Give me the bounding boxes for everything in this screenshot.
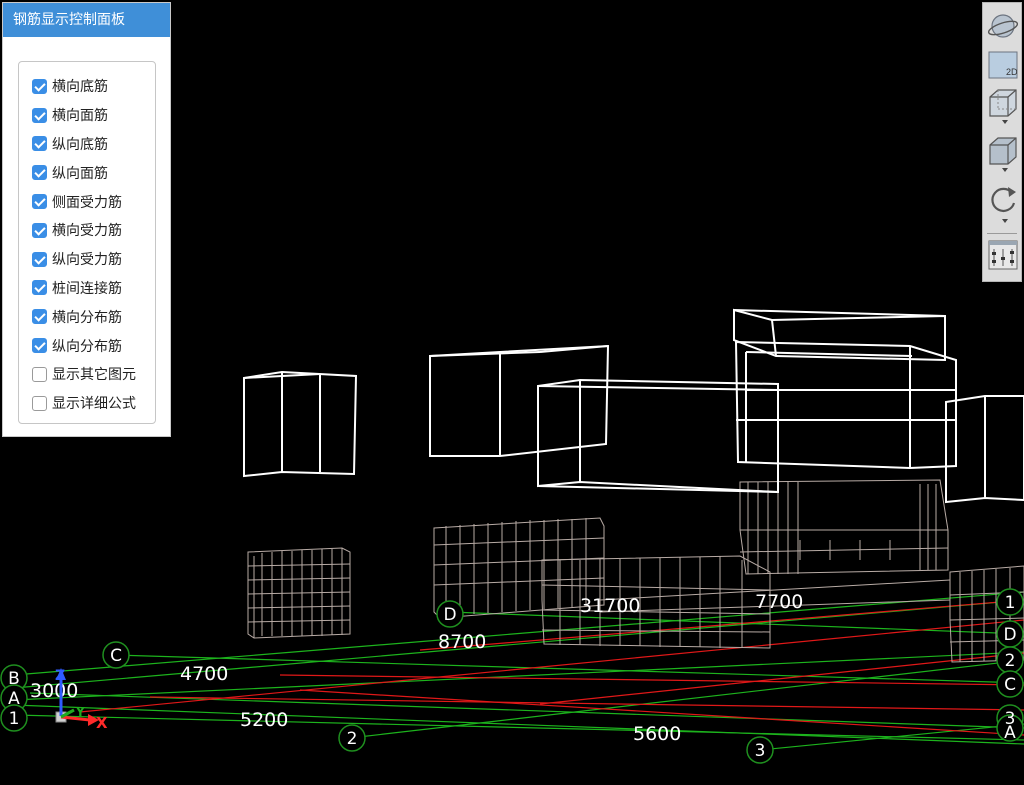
checkbox[interactable] — [32, 107, 47, 123]
option-label: 纵向受力筋 — [52, 252, 122, 269]
checkbox[interactable] — [32, 194, 47, 210]
view-toolbar: 2D — [982, 2, 1022, 282]
option-longitudinal-main-rebar[interactable]: 纵向受力筋 — [19, 245, 155, 274]
wireframe-box-3 — [537, 378, 779, 494]
option-transverse-distribution-rebar[interactable]: 横向分布筋 — [19, 302, 155, 331]
checkbox[interactable] — [32, 395, 47, 411]
view-cube-transparent-button[interactable] — [986, 87, 1020, 124]
option-label: 横向面筋 — [52, 108, 108, 125]
option-show-other-elements[interactable]: 显示其它图元 — [19, 360, 155, 389]
axis-z-label: Z — [55, 668, 65, 684]
option-label: 桩间连接筋 — [52, 280, 122, 297]
wireframe-box-2 — [429, 344, 610, 457]
rebar-cage-small — [247, 547, 351, 639]
grid-label-right-1: 1 — [1005, 593, 1016, 613]
chevron-down-icon[interactable] — [1002, 120, 1008, 124]
view-2d-button[interactable]: 2D — [986, 49, 1020, 81]
dimension-4700: 4700 — [180, 663, 228, 685]
orbit-button[interactable] — [986, 9, 1020, 43]
checkbox[interactable] — [32, 222, 47, 238]
option-longitudinal-bottom-rebar[interactable]: 纵向底筋 — [19, 130, 155, 159]
settings-panel-icon — [988, 240, 1018, 270]
orbit-icon — [987, 14, 1019, 38]
grid-label-b: B — [8, 669, 20, 689]
grid-label-right-2: 2 — [1005, 651, 1016, 671]
dimension-7700: 7700 — [755, 591, 803, 613]
option-transverse-main-rebar[interactable]: 横向受力筋 — [19, 216, 155, 245]
checkbox[interactable] — [32, 165, 47, 181]
checkbox[interactable] — [32, 366, 47, 382]
checkbox[interactable] — [32, 280, 47, 296]
rebar-display-control-panel: 钢筋显示控制面板 横向底筋 横向面筋 纵向底筋 纵向面筋 侧面受力筋 横向受力筋… — [2, 2, 171, 437]
settings-panel-button[interactable] — [986, 239, 1020, 273]
option-label: 显示其它图元 — [52, 367, 136, 384]
wireframe-boxes — [243, 308, 1024, 504]
rotate-icon — [991, 187, 1016, 212]
option-side-main-rebar[interactable]: 侧面受力筋 — [19, 187, 155, 216]
grid-label-right-d: D — [1003, 625, 1016, 645]
option-longitudinal-distribution-rebar[interactable]: 纵向分布筋 — [19, 331, 155, 360]
rebar-cages — [247, 479, 1024, 663]
cube-solid-icon — [989, 137, 1017, 165]
checkbox[interactable] — [32, 338, 47, 354]
checkbox[interactable] — [32, 309, 47, 325]
checkbox[interactable] — [32, 251, 47, 267]
wireframe-box-6 — [945, 395, 1024, 504]
grid-label-c: C — [110, 646, 122, 666]
dimension-8700: 8700 — [438, 631, 486, 653]
checkbox[interactable] — [32, 78, 47, 94]
checkbox[interactable] — [32, 136, 47, 152]
option-transverse-top-rebar[interactable]: 横向面筋 — [19, 101, 155, 130]
view-2d-label: 2D — [1006, 67, 1018, 77]
wireframe-box-5 — [734, 340, 957, 470]
dimension-5600: 5600 — [633, 723, 681, 745]
rebar-options-group: 横向底筋 横向面筋 纵向底筋 纵向面筋 侧面受力筋 横向受力筋 纵向受力筋 桩间… — [18, 61, 156, 424]
rebar-cage-mid — [433, 517, 605, 619]
option-label: 纵向分布筋 — [52, 338, 122, 355]
option-show-detailed-formula[interactable]: 显示详细公式 — [19, 389, 155, 418]
grid-label-right-a: A — [1004, 723, 1016, 743]
option-label: 横向分布筋 — [52, 309, 122, 326]
option-label: 侧面受力筋 — [52, 194, 122, 211]
dimension-31700: 31700 — [580, 595, 640, 617]
option-transverse-bottom-rebar[interactable]: 横向底筋 — [19, 72, 155, 101]
rotate-view-button[interactable] — [986, 183, 1020, 223]
option-label: 横向受力筋 — [52, 223, 122, 240]
option-pile-connection-rebar[interactable]: 桩间连接筋 — [19, 274, 155, 303]
option-label: 横向底筋 — [52, 79, 108, 96]
option-label: 纵向面筋 — [52, 165, 108, 182]
toolbar-divider — [987, 233, 1017, 234]
grid-label-2: 2 — [347, 729, 358, 749]
grid-label-a: A — [8, 689, 20, 709]
grid-label-1: 1 — [9, 709, 20, 729]
grid-lines-green — [13, 591, 1024, 751]
option-label: 显示详细公式 — [52, 396, 136, 413]
view-2d-icon: 2D — [988, 51, 1018, 79]
rebar-cage-upright — [739, 479, 949, 575]
dimension-5200: 5200 — [240, 709, 288, 731]
axis-x-label: X — [96, 714, 108, 732]
option-longitudinal-top-rebar[interactable]: 纵向面筋 — [19, 158, 155, 187]
axis-y-label: Y — [75, 705, 85, 719]
grid-label-d: D — [443, 605, 456, 625]
grid-label-3: 3 — [755, 741, 766, 761]
option-label: 纵向底筋 — [52, 136, 108, 153]
cube-transparent-icon — [989, 89, 1017, 117]
view-cube-solid-button[interactable] — [986, 135, 1020, 172]
chevron-down-icon[interactable] — [1002, 168, 1008, 172]
chevron-down-icon[interactable] — [1002, 219, 1008, 223]
panel-title: 钢筋显示控制面板 — [3, 3, 170, 37]
grid-label-right-c: C — [1004, 675, 1016, 695]
wireframe-box-1 — [243, 370, 358, 478]
